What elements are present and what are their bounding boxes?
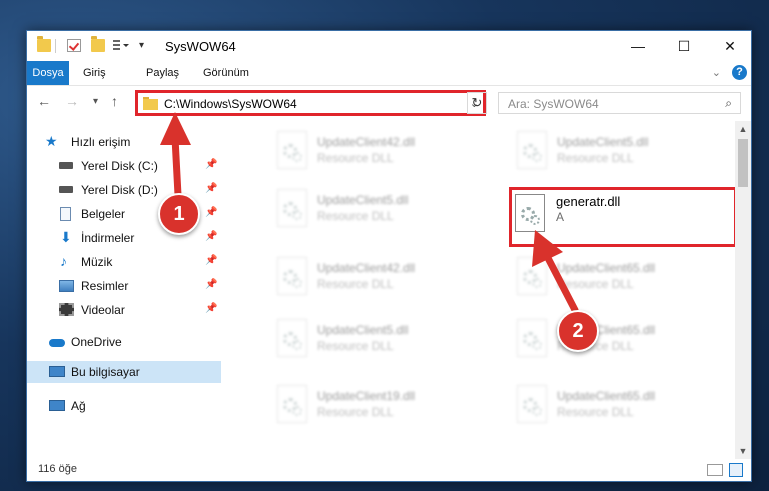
step-badge-1: 1 [158, 193, 200, 235]
arrow-1-shaft [171, 134, 182, 199]
arrow-1-head [160, 112, 191, 145]
annotation-arrows [160, 112, 579, 314]
arrow-2-shaft [544, 254, 579, 314]
step-badge-2: 2 [557, 310, 599, 352]
